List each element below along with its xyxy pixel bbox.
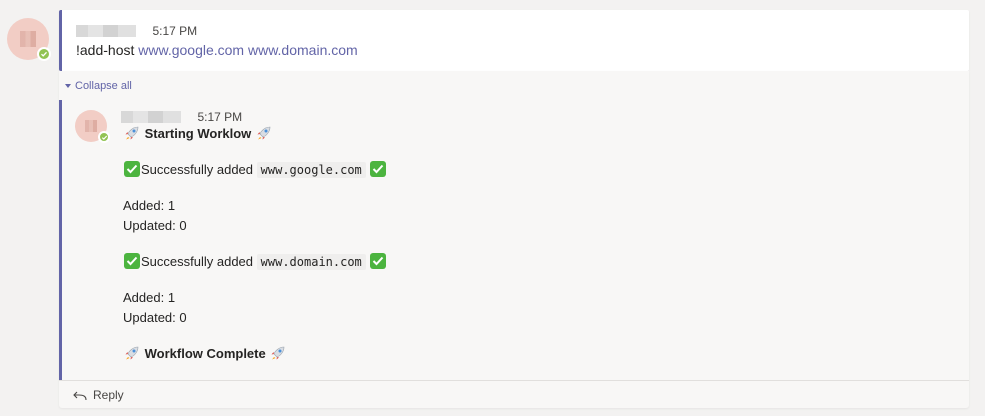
workflow-complete-line: Workflow Complete [123, 344, 387, 364]
reply-message[interactable]: 5:17 PM Starting Worklow Successfully ad… [59, 100, 969, 380]
reply-body: Starting Worklow Successfully added www.… [123, 124, 387, 364]
avatar-redacted-image [19, 30, 37, 48]
link-google[interactable]: www.google.com [138, 42, 244, 58]
rocket-icon [257, 126, 271, 140]
added-count: Added: 1 [123, 290, 176, 305]
rocket-icon [271, 346, 285, 360]
check-mark-button-icon [124, 253, 140, 269]
link-domain[interactable]: www.domain.com [248, 42, 358, 58]
reply-label: Reply [93, 388, 124, 402]
updated-count: Updated: 0 [123, 310, 187, 325]
reply-arrow-icon [73, 391, 87, 401]
triangle-down-icon [65, 84, 71, 89]
workflow-start-line: Starting Worklow [123, 124, 387, 144]
presence-available-icon [98, 131, 110, 143]
success-prefix: Successfully added [141, 254, 254, 269]
success-line: Successfully added www.domain.com [123, 252, 387, 272]
author-name-redacted [76, 25, 136, 37]
message-card[interactable]: 5:17 PM !add-host www.google.com www.dom… [59, 10, 969, 71]
check-mark-button-icon [370, 253, 387, 269]
check-mark-button-icon [370, 161, 387, 177]
reply-timestamp: 5:17 PM [197, 110, 243, 124]
reply-header: 5:17 PM [121, 110, 242, 124]
rocket-icon [125, 346, 139, 360]
collapse-all-button[interactable]: Collapse all [65, 80, 132, 92]
divider [59, 380, 969, 381]
workflow-complete-text: Workflow Complete [144, 346, 266, 361]
host-code: www.google.com [256, 162, 366, 178]
added-count: Added: 1 [123, 198, 176, 213]
avatar-redacted-image [84, 119, 98, 133]
thread-replies: Collapse all 5:17 PM Starting Worklow Su… [59, 71, 969, 408]
reply-button[interactable]: Reply [73, 388, 124, 402]
collapse-all-label: Collapse all [75, 80, 132, 92]
workflow-start-text: Starting Worklow [144, 126, 252, 141]
updated-count: Updated: 0 [123, 218, 187, 233]
user-avatar[interactable] [7, 18, 51, 61]
success-line: Successfully added www.google.com [123, 160, 387, 180]
success-prefix: Successfully added [141, 162, 254, 177]
message-timestamp: 5:17 PM [152, 24, 198, 38]
author-name-redacted [121, 111, 181, 123]
host-code: www.domain.com [256, 254, 366, 270]
message-header: 5:17 PM [76, 24, 197, 38]
command-text: !add-host [76, 42, 135, 58]
message-body: !add-host www.google.com www.domain.com [76, 41, 358, 59]
bot-avatar[interactable] [75, 110, 110, 143]
presence-available-icon [37, 47, 51, 61]
check-mark-button-icon [124, 161, 140, 177]
teams-chat-view: 5:17 PM !add-host www.google.com www.dom… [0, 0, 985, 416]
rocket-icon [125, 126, 139, 140]
